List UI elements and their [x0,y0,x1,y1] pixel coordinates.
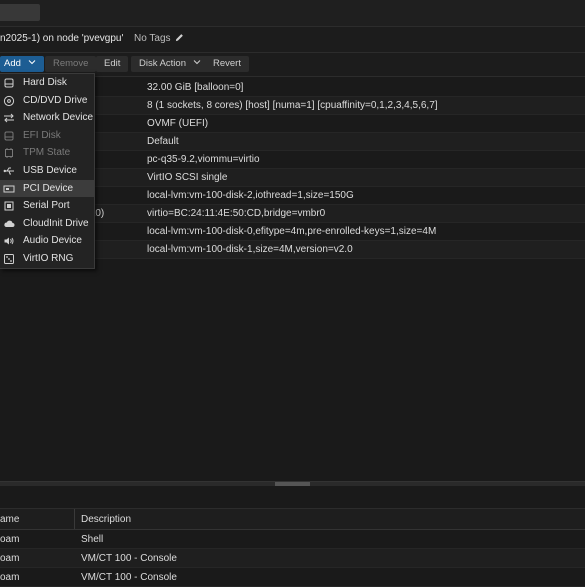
hard-disk-icon [4,78,14,88]
speaker-icon [4,237,14,245]
top-bar-button[interactable] [0,4,40,21]
menu-item-network-device[interactable]: Network Device [0,109,94,127]
menu-item-efi-disk[interactable]: EFI Disk [0,127,94,145]
cd-dvd-icon [3,95,15,106]
revert-button[interactable]: Revert [205,56,249,72]
column-header-name[interactable]: ame [0,514,19,525]
chevron-down-icon [193,60,200,65]
tags-area[interactable]: No Tags [134,33,184,44]
tpm-chip-icon [5,148,13,159]
edit-button[interactable]: Edit [96,56,129,72]
column-divider[interactable] [74,509,75,529]
menu-item-cd-dvd-drive[interactable]: CD/DVD Drive [0,92,94,110]
hard-disk-icon [4,131,14,141]
add-button[interactable]: Add [0,56,44,72]
usb-icon [3,167,14,175]
table-row[interactable]: oam VM/CT 100 - Console [0,568,585,587]
menu-item-serial-port[interactable]: Serial Port [0,197,94,215]
remove-button[interactable]: Remove [45,56,97,72]
cloud-icon [4,220,15,227]
disk-action-button[interactable]: Disk Action [131,56,209,72]
menu-item-audio-device[interactable]: Audio Device [0,232,94,250]
menu-item-virtio-rng[interactable]: VirtIO RNG [0,250,94,268]
table-row[interactable]: oam VM/CT 100 - Console [0,549,585,568]
table-row[interactable]: oam Shell [0,530,585,549]
task-log-panel: ame Description oam Shell oam VM/CT 100 … [0,486,585,587]
menu-item-pci-device[interactable]: PCI Device [0,179,94,198]
menu-item-usb-device[interactable]: USB Device [0,162,94,180]
title-bar: n2025-1) on node 'pvevgpu' No Tags [0,27,585,53]
pci-card-icon [3,185,15,193]
network-arrows-icon [4,113,14,123]
chevron-down-icon [28,60,35,65]
menu-item-cloudinit-drive[interactable]: CloudInit Drive [0,215,94,233]
top-bar [0,0,585,27]
pencil-icon[interactable] [175,33,184,42]
menu-item-hard-disk[interactable]: Hard Disk [0,74,94,92]
add-dropdown-menu: Hard Disk CD/DVD Drive Network Device EF… [0,73,95,269]
tags-label: No Tags [134,33,171,44]
task-table-header: ame Description [0,508,585,530]
column-header-description[interactable]: Description [81,514,131,525]
page-title: n2025-1) on node 'pvevgpu' [0,33,124,44]
serial-port-icon [4,201,14,211]
dice-icon [4,253,14,264]
menu-item-tpm-state[interactable]: TPM State [0,144,94,162]
